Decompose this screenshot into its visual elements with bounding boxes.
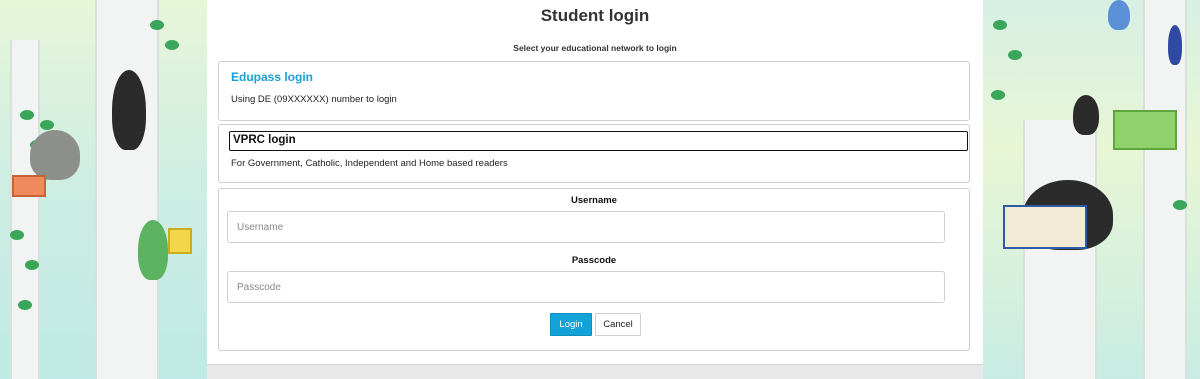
- vprc-login-link[interactable]: VPRC login: [229, 131, 968, 151]
- page-title: Student login: [540, 6, 650, 25]
- page-subtitle: Select your educational network to login: [513, 43, 677, 53]
- possum-icon: [30, 130, 80, 180]
- login-form: Username Passcode Login Cancel: [218, 188, 970, 351]
- username-label: Username: [571, 195, 617, 206]
- frog-icon: [138, 220, 168, 280]
- edupass-login-link[interactable]: Edupass login: [231, 70, 313, 84]
- passcode-input[interactable]: [227, 271, 945, 303]
- right-illustration: [983, 0, 1200, 379]
- passcode-label: Passcode: [571, 255, 617, 266]
- yellow-book-icon: [168, 228, 192, 254]
- open-book-icon: [1003, 205, 1087, 249]
- left-illustration: [0, 0, 207, 379]
- panel-footer: [207, 364, 983, 379]
- finch-icon: [1108, 0, 1130, 30]
- book-icon: [12, 175, 46, 197]
- edupass-description: Using DE (09XXXXXX) number to login: [231, 94, 397, 105]
- vprc-login-card[interactable]: VPRC login For Government, Catholic, Ind…: [218, 124, 970, 183]
- login-panel: Student login Select your educational ne…: [207, 0, 983, 379]
- green-book-icon: [1113, 110, 1177, 150]
- willie-wagtail-icon: [1073, 95, 1099, 135]
- login-button[interactable]: Login: [550, 313, 592, 336]
- cockatoo-icon: [112, 70, 146, 150]
- edupass-login-card[interactable]: Edupass login Using DE (09XXXXXX) number…: [218, 61, 970, 121]
- vprc-description: For Government, Catholic, Independent an…: [231, 158, 508, 169]
- username-input[interactable]: [227, 211, 945, 243]
- blue-wren-icon: [1168, 25, 1182, 65]
- cancel-button[interactable]: Cancel: [595, 313, 641, 336]
